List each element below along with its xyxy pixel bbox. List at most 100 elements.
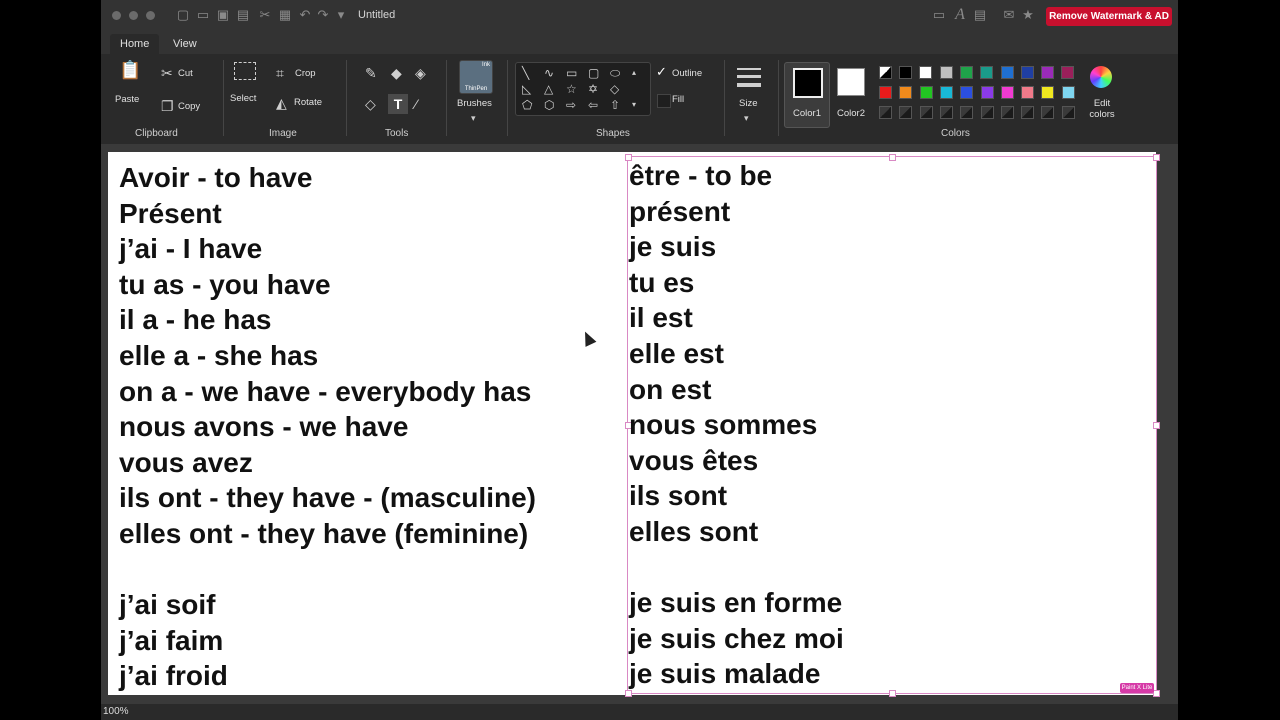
- fill-checkbox[interactable]: [657, 94, 671, 108]
- empty-color-swatch[interactable]: [1061, 106, 1075, 119]
- crop-icon[interactable]: ⌗: [276, 65, 284, 81]
- edit-colors-button[interactable]: Edit colors: [1087, 98, 1117, 120]
- font-icon[interactable]: A: [952, 7, 968, 23]
- resize-handle[interactable]: [889, 154, 896, 161]
- arrow-right-shape-icon[interactable]: ⇨: [566, 97, 576, 113]
- copy-icon[interactable]: ❐: [161, 98, 174, 114]
- star6-shape-icon[interactable]: ✡: [588, 81, 598, 97]
- paste-clipboard-icon[interactable]: 📋: [119, 61, 141, 79]
- shapes-gallery[interactable]: ╲ ∿ ▭ ▢ ⬭ ◺ △ ☆ ✡ ◇ ⬠ ⬡ ⇨ ⇦ ⇧ ▴ ▾: [515, 62, 651, 116]
- brush-thumbnail[interactable]: Ink ThinPen: [459, 60, 493, 94]
- scroll-down-icon[interactable]: ▾: [632, 97, 636, 113]
- color-swatch[interactable]: [939, 66, 953, 79]
- paste-icon[interactable]: ▦: [277, 8, 293, 22]
- select-button[interactable]: Select: [230, 93, 256, 104]
- color-swatch[interactable]: [879, 86, 892, 99]
- resize-handle[interactable]: [1153, 690, 1160, 697]
- chevron-down-icon[interactable]: ▾: [333, 8, 349, 22]
- right-triangle-shape-icon[interactable]: ◺: [522, 81, 531, 97]
- color1-selector[interactable]: Color1: [784, 62, 830, 128]
- color-picker-icon[interactable]: ⁄: [415, 96, 417, 112]
- remove-watermark-button[interactable]: Remove Watermark & AD: [1046, 7, 1172, 26]
- color2-swatch[interactable]: [837, 68, 865, 96]
- scroll-up-icon[interactable]: ▴: [632, 65, 636, 81]
- color-swatch[interactable]: [899, 66, 912, 79]
- check-icon[interactable]: ✓: [656, 64, 667, 80]
- color-swatch[interactable]: [939, 86, 953, 99]
- size-button[interactable]: Size: [739, 98, 757, 109]
- star-shape-icon[interactable]: ☆: [566, 81, 577, 97]
- pencil-icon[interactable]: ✎: [365, 65, 377, 81]
- empty-color-swatch[interactable]: [919, 106, 933, 119]
- rectangle-shape-icon[interactable]: ▭: [566, 65, 577, 81]
- pentagon-shape-icon[interactable]: ⬠: [522, 97, 532, 113]
- color-swatch[interactable]: [919, 86, 933, 99]
- empty-color-swatch[interactable]: [1000, 106, 1014, 119]
- text-tool-icon[interactable]: T: [388, 94, 408, 114]
- empty-color-swatch[interactable]: [1021, 106, 1035, 119]
- color-swatch[interactable]: [879, 66, 892, 79]
- line-shape-icon[interactable]: ╲: [522, 65, 529, 81]
- resize-handle[interactable]: [1153, 422, 1160, 429]
- cut-button[interactable]: Cut: [178, 68, 193, 79]
- paste-button[interactable]: Paste: [115, 94, 139, 105]
- hexagon-shape-icon[interactable]: ⬡: [544, 97, 554, 113]
- brushes-button[interactable]: Brushes: [457, 98, 492, 109]
- color-swatch[interactable]: [1000, 86, 1014, 99]
- tab-view[interactable]: View: [163, 34, 207, 54]
- resize-handle[interactable]: [889, 690, 896, 697]
- arrow-left-shape-icon[interactable]: ⇦: [588, 97, 598, 113]
- rotate-icon[interactable]: ◭: [276, 95, 287, 111]
- star-icon[interactable]: ★: [1020, 8, 1036, 22]
- copy-button[interactable]: Copy: [178, 101, 200, 112]
- color-swatch[interactable]: [1061, 66, 1075, 79]
- rounded-rectangle-shape-icon[interactable]: ▢: [588, 65, 599, 81]
- zoom-level[interactable]: 100%: [103, 706, 129, 717]
- chevron-down-icon[interactable]: ▾: [744, 110, 749, 126]
- printer-icon[interactable]: ▤: [972, 8, 988, 22]
- select-rectangle-icon[interactable]: [234, 62, 256, 80]
- redo-icon[interactable]: ↷: [315, 8, 331, 22]
- eraser-icon[interactable]: ◆: [391, 65, 402, 81]
- fill-button[interactable]: Fill: [672, 94, 684, 105]
- color2-label[interactable]: Color2: [837, 108, 865, 119]
- chevron-down-icon[interactable]: ▾: [471, 110, 476, 126]
- empty-color-swatch[interactable]: [879, 106, 892, 119]
- save-icon[interactable]: ▣: [215, 8, 231, 22]
- empty-color-swatch[interactable]: [960, 106, 974, 119]
- empty-color-swatch[interactable]: [980, 106, 994, 119]
- crop-button[interactable]: Crop: [295, 68, 316, 79]
- scissors-icon[interactable]: ✂: [161, 65, 173, 81]
- color-swatch[interactable]: [919, 66, 933, 79]
- window-layout-icon[interactable]: ▭: [931, 8, 947, 22]
- print-icon[interactable]: ▤: [235, 8, 251, 22]
- triangle-shape-icon[interactable]: △: [544, 81, 553, 97]
- curve-shape-icon[interactable]: ∿: [544, 65, 554, 81]
- rotate-button[interactable]: Rotate: [294, 97, 322, 108]
- color-swatch[interactable]: [980, 86, 994, 99]
- paint-bucket-icon[interactable]: ◇: [365, 96, 376, 112]
- zoom-window-button[interactable]: [146, 11, 155, 20]
- close-window-button[interactable]: [112, 11, 121, 20]
- mail-icon[interactable]: ✉: [1001, 8, 1017, 22]
- color-wheel-icon[interactable]: [1090, 66, 1112, 88]
- color-swatch[interactable]: [960, 86, 974, 99]
- empty-color-swatch[interactable]: [1041, 106, 1055, 119]
- color-swatch[interactable]: [1020, 66, 1034, 79]
- open-folder-icon[interactable]: ▭: [195, 8, 211, 22]
- color-swatch[interactable]: [1061, 86, 1075, 99]
- diamond-shape-icon[interactable]: ◇: [610, 81, 619, 97]
- color-swatch[interactable]: [899, 86, 913, 99]
- undo-icon[interactable]: ↶: [297, 8, 313, 22]
- new-file-icon[interactable]: ▢: [175, 8, 191, 22]
- empty-color-swatch[interactable]: [939, 106, 953, 119]
- drawing-canvas[interactable]: Avoir - to have Présent j’ai - I have tu as…: [108, 152, 1160, 697]
- minimize-window-button[interactable]: [129, 11, 138, 20]
- arrow-up-shape-icon[interactable]: ⇧: [610, 97, 620, 113]
- color-swatch[interactable]: [1041, 66, 1055, 79]
- fill-bucket-icon[interactable]: ◈: [415, 65, 426, 81]
- tab-home[interactable]: Home: [110, 34, 160, 54]
- color-swatch[interactable]: [1041, 86, 1055, 99]
- outline-button[interactable]: Outline: [672, 68, 702, 79]
- cut-icon[interactable]: ✂: [257, 8, 273, 22]
